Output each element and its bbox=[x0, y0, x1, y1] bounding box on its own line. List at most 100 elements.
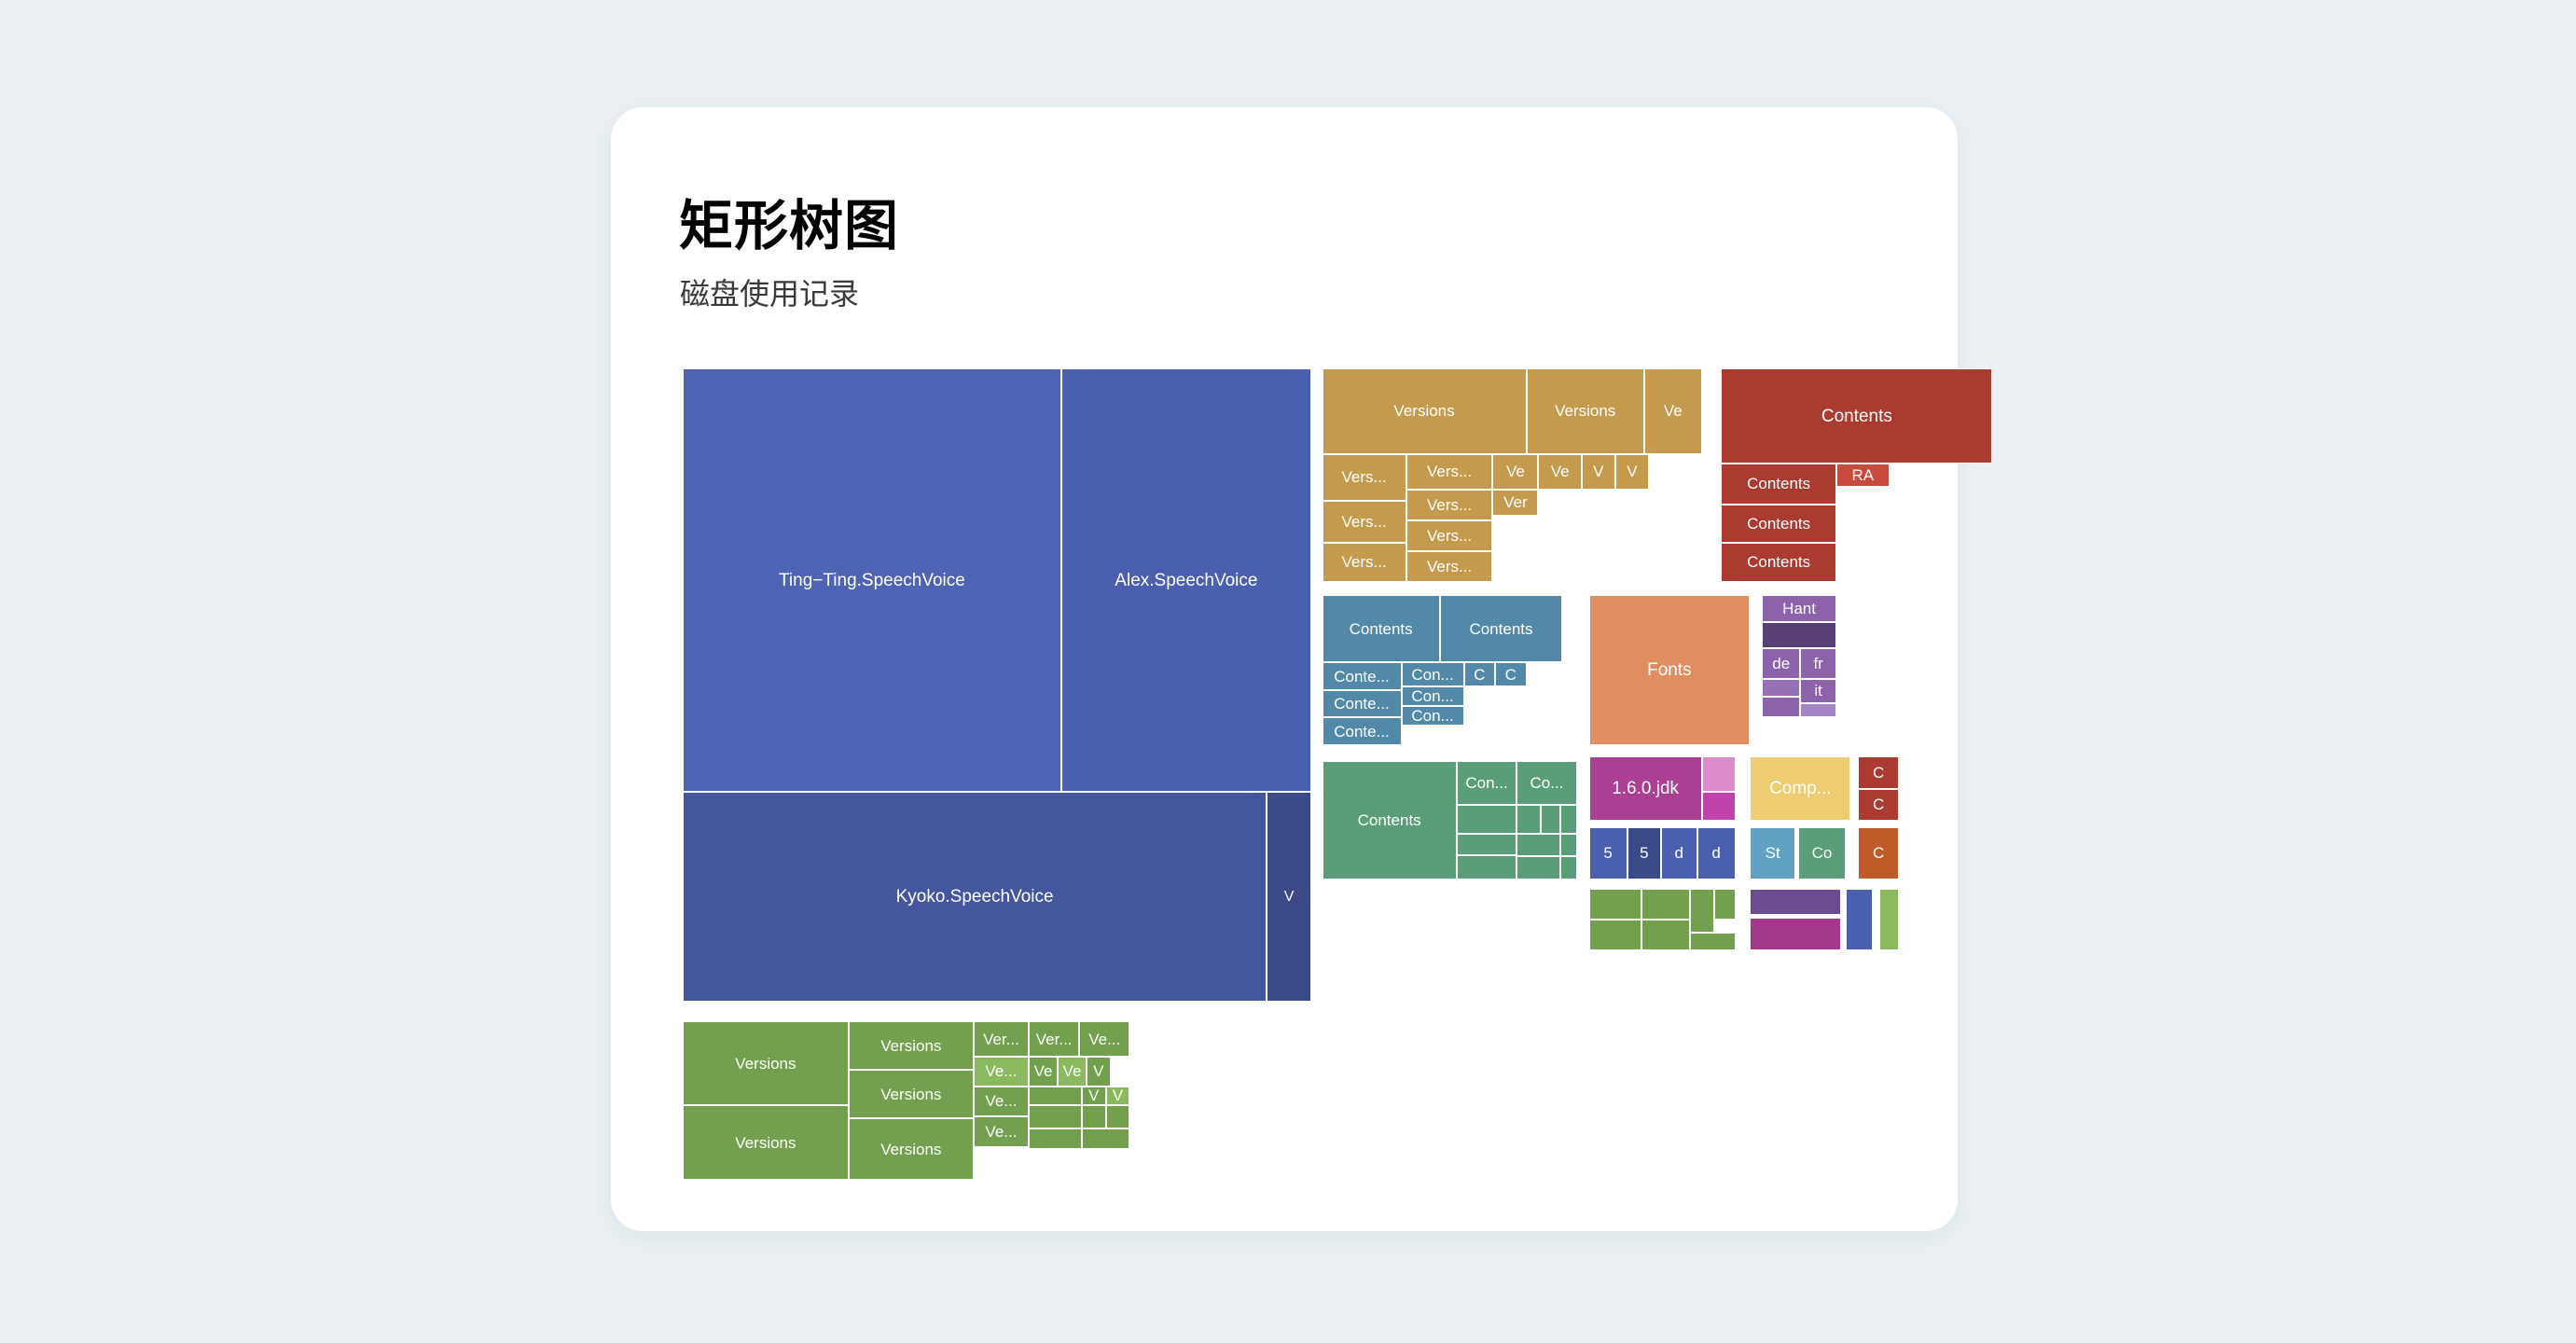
treemap-tile[interactable] bbox=[1713, 889, 1736, 920]
treemap-tile[interactable] bbox=[1541, 804, 1560, 835]
treemap-tile[interactable]: Versions bbox=[1526, 368, 1644, 454]
treemap-tile[interactable]: Ver bbox=[1492, 489, 1539, 516]
treemap-tile[interactable]: Ve bbox=[1029, 1057, 1059, 1087]
treemap-tile[interactable]: Versions bbox=[683, 1021, 849, 1106]
treemap-tile[interactable]: Conte... bbox=[1322, 662, 1402, 690]
treemap-tile[interactable] bbox=[1559, 804, 1577, 835]
treemap-tile[interactable]: fr bbox=[1800, 647, 1836, 679]
treemap-tile[interactable]: V bbox=[1081, 1086, 1106, 1106]
treemap-tile[interactable] bbox=[1701, 755, 1736, 793]
treemap-tile[interactable]: V bbox=[1267, 792, 1311, 1003]
treemap-tile[interactable]: RA bbox=[1835, 464, 1890, 487]
treemap-tile[interactable]: Contents bbox=[1721, 504, 1836, 544]
treemap-tile[interactable]: C bbox=[1858, 755, 1899, 789]
treemap-tile[interactable]: Ver... bbox=[973, 1021, 1030, 1058]
treemap-tile[interactable] bbox=[1750, 918, 1842, 950]
treemap-tile[interactable]: Ve bbox=[1538, 453, 1582, 490]
treemap-tile[interactable]: Contents bbox=[1721, 464, 1836, 505]
treemap-tile[interactable]: 5 bbox=[1588, 827, 1627, 879]
treemap-tile[interactable] bbox=[1559, 834, 1577, 857]
treemap-tile[interactable]: Co... bbox=[1517, 761, 1577, 805]
treemap-tile[interactable] bbox=[1559, 856, 1577, 879]
treemap-tile[interactable]: Con... bbox=[1456, 761, 1517, 805]
treemap-tile[interactable] bbox=[1456, 834, 1517, 855]
treemap-tile[interactable] bbox=[1029, 1086, 1082, 1106]
treemap-tile[interactable]: Vers... bbox=[1406, 489, 1493, 520]
treemap-tile[interactable] bbox=[1456, 804, 1517, 835]
treemap-tile[interactable]: 5 bbox=[1627, 827, 1661, 879]
treemap-tile[interactable] bbox=[1081, 1105, 1106, 1128]
treemap-tile[interactable] bbox=[1762, 678, 1801, 697]
treemap-tile[interactable]: Comp... bbox=[1750, 755, 1851, 822]
treemap-tile[interactable]: Vers... bbox=[1406, 519, 1493, 551]
treemap-tile[interactable]: Contents bbox=[1322, 594, 1440, 663]
treemap-tile[interactable]: Vers... bbox=[1406, 453, 1493, 490]
treemap-tile[interactable]: Contents bbox=[1721, 543, 1836, 582]
treemap-tile[interactable]: V bbox=[1581, 453, 1615, 490]
treemap-tile[interactable] bbox=[1762, 622, 1836, 648]
treemap-tile[interactable]: Conte... bbox=[1322, 689, 1402, 718]
treemap-tile[interactable]: Con... bbox=[1401, 662, 1464, 687]
treemap-tile[interactable]: Hant bbox=[1762, 594, 1836, 623]
treemap-tile[interactable]: Versions bbox=[848, 1021, 974, 1071]
treemap-tile[interactable]: Vers... bbox=[1406, 550, 1493, 582]
treemap-tile[interactable]: Vers... bbox=[1322, 453, 1406, 502]
treemap-tile[interactable] bbox=[1846, 889, 1873, 950]
treemap-tile[interactable]: Kyoko.SpeechVoice bbox=[683, 792, 1267, 1003]
treemap-tile[interactable]: C bbox=[1463, 662, 1496, 687]
treemap-tile[interactable]: V bbox=[1614, 453, 1649, 490]
treemap-tile[interactable]: Vers... bbox=[1322, 543, 1406, 582]
treemap-tile[interactable] bbox=[1641, 920, 1690, 950]
treemap-tile[interactable]: Ve... bbox=[973, 1086, 1030, 1117]
treemap-tile[interactable]: Ve bbox=[1492, 453, 1539, 490]
treemap-tile[interactable]: Versions bbox=[683, 1105, 849, 1181]
treemap-tile[interactable] bbox=[1029, 1128, 1082, 1150]
treemap-tile[interactable]: C bbox=[1858, 827, 1899, 879]
treemap-tile[interactable] bbox=[1517, 856, 1560, 879]
treemap-tile[interactable] bbox=[1879, 889, 1899, 950]
treemap-tile[interactable]: Alex.SpeechVoice bbox=[1060, 368, 1311, 793]
treemap-tile[interactable]: de bbox=[1762, 647, 1801, 679]
treemap-tile[interactable]: Vers... bbox=[1322, 501, 1406, 544]
treemap-tile[interactable]: Ve... bbox=[973, 1057, 1030, 1087]
treemap-tile[interactable] bbox=[1588, 889, 1642, 920]
treemap-tile[interactable]: Con... bbox=[1401, 686, 1464, 707]
treemap-tile[interactable] bbox=[1029, 1105, 1082, 1128]
treemap-tile[interactable]: Ve bbox=[1058, 1057, 1087, 1087]
treemap-tile[interactable]: Con... bbox=[1401, 706, 1464, 727]
treemap-tile[interactable] bbox=[1517, 834, 1560, 857]
treemap-tile[interactable] bbox=[1641, 889, 1690, 920]
treemap-tile[interactable]: Fonts bbox=[1588, 594, 1751, 745]
treemap-tile[interactable] bbox=[1689, 889, 1714, 933]
treemap-tile[interactable] bbox=[1701, 792, 1736, 822]
treemap-tile[interactable]: V bbox=[1086, 1057, 1111, 1087]
treemap-tile[interactable] bbox=[1762, 696, 1801, 718]
treemap-tile[interactable]: Ver... bbox=[1029, 1021, 1080, 1058]
treemap-tile[interactable]: Contents bbox=[1721, 368, 1993, 464]
treemap-tile[interactable] bbox=[1588, 920, 1642, 950]
treemap-tile[interactable]: Versions bbox=[848, 1118, 974, 1181]
treemap-tile[interactable] bbox=[1800, 702, 1836, 718]
treemap-tile[interactable]: C bbox=[1858, 788, 1899, 822]
treemap-tile[interactable] bbox=[1456, 854, 1517, 879]
treemap-tile[interactable]: Conte... bbox=[1322, 717, 1402, 745]
treemap-tile[interactable]: Versions bbox=[1322, 368, 1527, 454]
treemap-tile[interactable]: St bbox=[1750, 827, 1796, 879]
treemap-tile[interactable]: Ve... bbox=[973, 1116, 1030, 1148]
treemap-tile[interactable]: Ting−Ting.SpeechVoice bbox=[683, 368, 1061, 793]
treemap-tile[interactable]: Ve... bbox=[1079, 1021, 1130, 1058]
treemap-tile[interactable] bbox=[1517, 804, 1541, 835]
treemap-tile[interactable]: d bbox=[1660, 827, 1697, 879]
treemap-tile[interactable]: Co bbox=[1797, 827, 1847, 879]
treemap-tile[interactable]: 1.6.0.jdk bbox=[1588, 755, 1702, 822]
treemap-tile[interactable]: V bbox=[1105, 1086, 1130, 1106]
treemap-tile[interactable]: C bbox=[1495, 662, 1527, 687]
treemap-tile[interactable] bbox=[1689, 932, 1736, 950]
treemap-tile[interactable]: it bbox=[1800, 678, 1836, 703]
treemap-tile[interactable]: Contents bbox=[1322, 761, 1457, 879]
treemap-tile[interactable]: Versions bbox=[848, 1070, 974, 1119]
treemap-tile[interactable] bbox=[1081, 1128, 1130, 1150]
treemap-tile[interactable]: Contents bbox=[1439, 594, 1563, 663]
treemap-tile[interactable]: d bbox=[1697, 827, 1736, 879]
treemap-tile[interactable] bbox=[1750, 889, 1842, 915]
